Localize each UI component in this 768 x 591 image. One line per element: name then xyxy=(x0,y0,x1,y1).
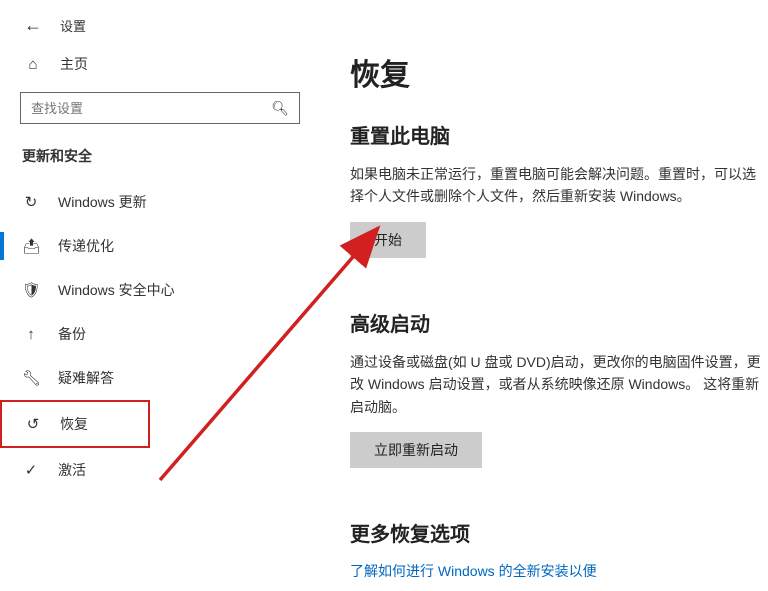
nav-backup[interactable]: ↑ 备份 xyxy=(0,312,320,356)
fresh-install-link[interactable]: 了解如何进行 Windows 的全新安装以便 xyxy=(350,561,762,581)
search-box[interactable]: 🔍︎ xyxy=(20,92,300,124)
home-label: 主页 xyxy=(60,54,88,74)
sync-icon: ↻ xyxy=(22,193,40,211)
shield-icon: 🛡︎ xyxy=(22,281,40,299)
backup-icon: ↑ xyxy=(22,326,40,343)
search-icon: 🔍︎ xyxy=(271,100,289,117)
home-nav[interactable]: ⌂ 主页 xyxy=(0,46,320,84)
advanced-title: 高级启动 xyxy=(350,308,762,337)
home-icon: ⌂ xyxy=(24,56,42,73)
more-section: 更多恢复选项 了解如何进行 Windows 的全新安装以便 xyxy=(350,518,762,581)
nav-activation[interactable]: ✓ 激活 xyxy=(0,448,320,492)
nav-delivery-optimization[interactable]: 📤︎ 传递优化 xyxy=(0,224,320,268)
activation-icon: ✓ xyxy=(22,461,40,479)
reset-start-button[interactable]: 开始 xyxy=(350,222,426,258)
nav-label: 恢复 xyxy=(60,414,88,434)
nav-label: 疑难解答 xyxy=(58,368,114,388)
window-title: 设置 xyxy=(60,16,86,35)
reset-section: 重置此电脑 如果电脑未正常运行，重置电脑可能会解决问题。重置时，可以选择个人文件… xyxy=(350,120,762,298)
nav-troubleshoot[interactable]: 🔧︎ 疑难解答 xyxy=(0,356,320,400)
reset-desc: 如果电脑未正常运行，重置电脑可能会解决问题。重置时，可以选择个人文件或删除个人文… xyxy=(350,163,762,208)
troubleshoot-icon: 🔧︎ xyxy=(22,369,40,387)
nav-security[interactable]: 🛡︎ Windows 安全中心 xyxy=(0,268,320,312)
nav-label: 备份 xyxy=(58,324,86,344)
nav-label: 激活 xyxy=(58,460,86,480)
recovery-icon: ↺ xyxy=(24,415,42,433)
nav-windows-update[interactable]: ↻ Windows 更新 xyxy=(0,180,320,224)
nav-label: 传递优化 xyxy=(58,236,114,256)
advanced-section: 高级启动 通过设备或磁盘(如 U 盘或 DVD)启动，更改你的电脑固件设置，更改… xyxy=(350,308,762,508)
delivery-icon: 📤︎ xyxy=(22,237,40,255)
search-input[interactable] xyxy=(31,101,271,116)
advanced-restart-button[interactable]: 立即重新启动 xyxy=(350,432,482,468)
reset-title: 重置此电脑 xyxy=(350,120,762,149)
more-title: 更多恢复选项 xyxy=(350,518,762,547)
nav-label: Windows 安全中心 xyxy=(58,280,175,300)
back-icon[interactable]: ← xyxy=(24,15,42,36)
page-title: 恢复 xyxy=(350,50,762,94)
nav-label: Windows 更新 xyxy=(58,192,147,212)
nav-recovery[interactable]: ↺ 恢复 xyxy=(0,400,150,448)
category-title: 更新和安全 xyxy=(0,142,320,180)
advanced-desc: 通过设备或磁盘(如 U 盘或 DVD)启动，更改你的电脑固件设置，更改 Wind… xyxy=(350,351,762,418)
